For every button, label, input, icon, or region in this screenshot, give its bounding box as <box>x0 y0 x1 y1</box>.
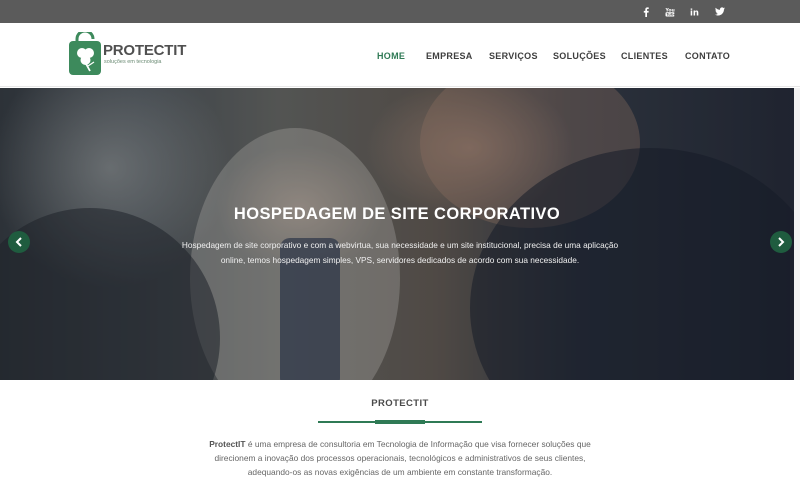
main-navbar: PROTECTIT soluções em tecnologia HOME EM… <box>0 23 800 87</box>
hero-title: HOSPEDAGEM DE SITE CORPORATIVO <box>233 205 561 223</box>
facebook-icon[interactable] <box>638 0 654 23</box>
chevron-left-icon <box>15 237 22 247</box>
nav-item-servicos[interactable]: SERVIÇOS <box>489 51 538 61</box>
nav-item-clientes[interactable]: CLIENTES <box>621 51 668 61</box>
brand-logo[interactable]: PROTECTIT soluções em tecnologia <box>68 32 186 80</box>
about-text: ProtectIT é uma empresa de consultoria e… <box>208 437 592 479</box>
about-description: é uma empresa de consultoria em Tecnolog… <box>214 439 591 477</box>
nav-item-empresa[interactable]: EMPRESA <box>426 51 473 61</box>
shield-clover-icon <box>69 32 101 75</box>
chevron-right-icon <box>778 237 785 247</box>
top-bar: You tube in <box>0 0 800 23</box>
brand-name: PROTECTIT <box>103 42 187 59</box>
nav-item-home[interactable]: HOME <box>377 51 405 61</box>
youtube-icon[interactable]: You tube <box>662 0 678 23</box>
section-title: PROTECTIT <box>371 398 429 409</box>
svg-text:tube: tube <box>667 12 675 16</box>
nav-item-contato[interactable]: CONTATO <box>685 51 730 61</box>
linkedin-icon[interactable]: in <box>687 0 703 23</box>
svg-text:in: in <box>690 8 699 17</box>
hero-description: Hospedagem de site corporativo e com a w… <box>181 240 619 265</box>
slider-prev-button[interactable] <box>8 231 30 253</box>
twitter-icon[interactable] <box>712 0 728 23</box>
hero-slider <box>0 88 794 380</box>
slider-next-button[interactable] <box>770 231 792 253</box>
company-name: ProtectIT <box>209 439 246 449</box>
nav-item-solucoes[interactable]: SOLUÇÕES <box>553 51 606 61</box>
brand-tagline: soluções em tecnologia <box>104 59 162 65</box>
